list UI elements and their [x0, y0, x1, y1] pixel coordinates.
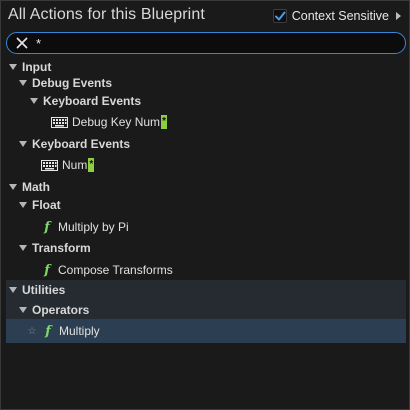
category-keyboard-events-debug[interactable]: Keyboard Events — [6, 90, 406, 112]
category-operators[interactable]: Operators — [6, 300, 406, 320]
header: All Actions for this Blueprint Context S… — [1, 1, 409, 31]
context-sensitive-label: Context Sensitive — [291, 9, 389, 23]
expand-arrow-icon[interactable] — [30, 98, 38, 104]
action-label: Multiply — [59, 324, 100, 338]
expand-arrow-icon[interactable] — [9, 287, 17, 293]
chevron-right-icon[interactable] — [396, 12, 401, 20]
favorite-star-icon[interactable]: ☆ — [26, 326, 38, 337]
category-label: Keyboard Events — [43, 94, 142, 108]
action-menu-panel: All Actions for this Blueprint Context S… — [0, 0, 410, 410]
action-debug-key-num[interactable]: Debug Key Num * — [6, 111, 406, 133]
checkmark-icon — [274, 11, 286, 21]
function-icon: f — [44, 219, 50, 235]
expand-arrow-icon[interactable] — [19, 245, 27, 251]
expand-arrow-icon[interactable] — [19, 202, 27, 208]
action-label: Debug Key Num — [72, 115, 161, 129]
category-label: Float — [32, 198, 61, 212]
search-match-highlight: * — [88, 158, 95, 172]
category-label: Transform — [32, 241, 91, 255]
search-box — [6, 32, 406, 54]
action-num[interactable]: Num * — [6, 154, 406, 176]
context-sensitive-toggle[interactable]: Context Sensitive — [272, 9, 401, 23]
context-sensitive-checkbox[interactable] — [272, 9, 287, 23]
action-label: Num — [62, 158, 88, 172]
keyboard-icon — [51, 116, 68, 128]
category-float[interactable]: Float — [6, 194, 406, 216]
function-icon: f — [44, 262, 50, 278]
expand-arrow-icon[interactable] — [9, 64, 17, 70]
expand-arrow-icon[interactable] — [19, 80, 27, 86]
search-match-highlight: * — [161, 115, 168, 129]
action-tree: Input Debug Events Keyboard Events Debug… — [6, 56, 406, 406]
clear-search-button[interactable] — [10, 33, 34, 53]
action-label: Multiply by Pi — [58, 220, 129, 234]
keyboard-icon — [41, 159, 58, 171]
action-multiply-by-pi[interactable]: f Multiply by Pi — [6, 216, 406, 238]
category-label: Math — [22, 180, 50, 194]
category-utilities[interactable]: Utilities — [6, 280, 406, 300]
action-label: Compose Transforms — [58, 263, 173, 277]
close-icon — [16, 37, 28, 49]
expand-arrow-icon[interactable] — [9, 184, 17, 190]
expand-arrow-icon[interactable] — [19, 141, 27, 147]
search-input[interactable] — [34, 34, 384, 52]
expand-arrow-icon[interactable] — [19, 307, 27, 313]
function-icon: f — [45, 323, 51, 339]
category-label: Debug Events — [32, 76, 113, 90]
category-transform[interactable]: Transform — [6, 237, 406, 259]
category-label: Keyboard Events — [32, 137, 131, 151]
action-compose-transforms[interactable]: f Compose Transforms — [6, 259, 406, 281]
category-label: Operators — [32, 303, 90, 317]
action-multiply[interactable]: ☆ f Multiply — [6, 319, 406, 343]
category-keyboard-events[interactable]: Keyboard Events — [6, 133, 406, 155]
panel-title: All Actions for this Blueprint — [8, 6, 205, 23]
category-label: Utilities — [22, 283, 66, 297]
